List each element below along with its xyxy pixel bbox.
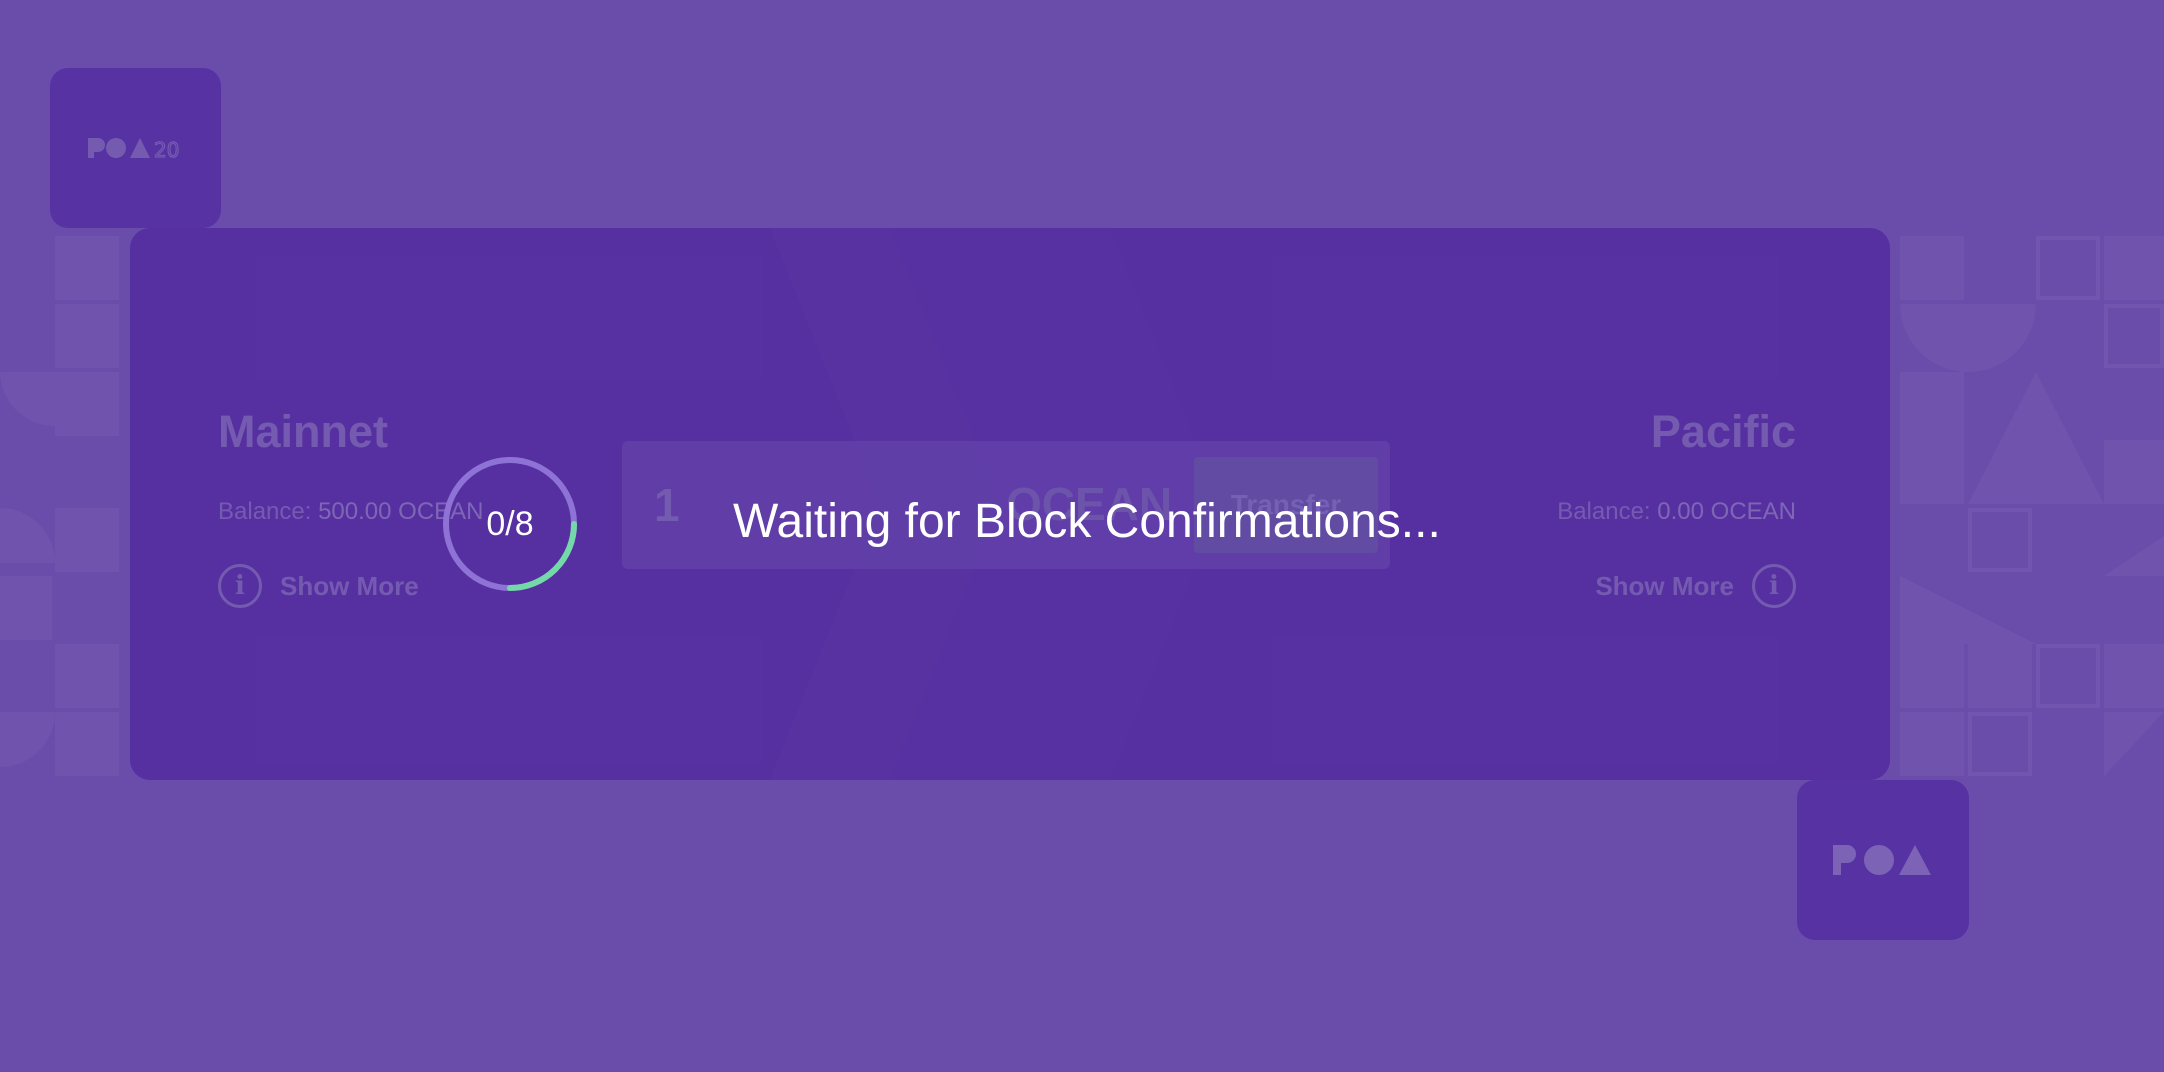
bridge-page: 20 Mainnet Balance: 500.00 OCEAN i Show … — [0, 0, 2164, 1072]
confirmations-count: 0/8 — [486, 504, 534, 543]
waiting-message: Waiting for Block Confirmations... — [733, 495, 1441, 548]
